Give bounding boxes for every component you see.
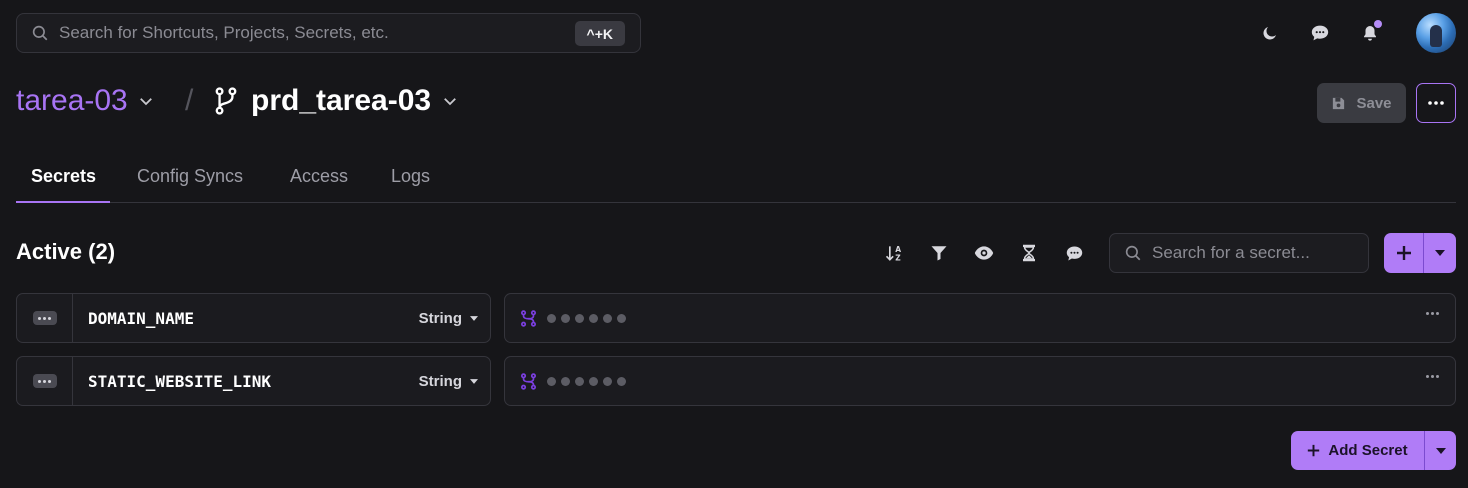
secret-value-field[interactable] [504, 293, 1456, 343]
secret-key-row: DOMAIN_NAME String [16, 293, 491, 343]
ellipsis-icon [1428, 101, 1444, 105]
dots-icon [32, 311, 57, 325]
secret-search-placeholder: Search for a secret... [1152, 243, 1310, 262]
masked-value [547, 376, 626, 386]
hourglass-icon[interactable] [1017, 241, 1041, 265]
secret-value-field[interactable] [504, 356, 1456, 406]
project-selector[interactable]: tarea-03 [16, 84, 155, 118]
masked-value [547, 313, 626, 323]
chevron-down-icon [139, 98, 152, 106]
secret-search-input[interactable]: Search for a secret... [1109, 233, 1369, 273]
add-secret-dropdown[interactable] [1424, 233, 1456, 273]
secret-type-label: String [418, 372, 462, 390]
secret-key-name[interactable]: DOMAIN_NAME [88, 309, 419, 328]
caret-down-icon [1435, 250, 1445, 256]
section-title: Active (2) [16, 239, 116, 264]
add-secret-split-button [1384, 233, 1456, 273]
project-name: tarea-03 [16, 84, 128, 117]
secret-key-row: STATIC_WEBSITE_LINK String [16, 356, 491, 406]
branch-icon [215, 87, 237, 115]
global-search[interactable]: Search for Shortcuts, Projects, Secrets,… [16, 13, 641, 53]
tab-logs[interactable]: Logs [391, 166, 430, 187]
secret-key-name[interactable]: STATIC_WEBSITE_LINK [88, 372, 419, 391]
save-label: Save [1356, 94, 1392, 112]
floppy-icon [1333, 97, 1345, 109]
row-more-icon[interactable] [1426, 375, 1439, 378]
caret-down-icon [470, 378, 478, 384]
plus-icon [1308, 444, 1320, 457]
more-options-button[interactable] [1416, 83, 1456, 123]
avatar[interactable] [1416, 13, 1456, 53]
caret-down-icon [1435, 447, 1446, 454]
reference-icon [520, 309, 537, 327]
reference-icon [520, 372, 537, 390]
row-options-handle[interactable] [17, 357, 73, 405]
secret-type-select[interactable]: String [419, 310, 478, 327]
tab-access[interactable]: Access [290, 166, 348, 187]
eye-icon[interactable] [972, 241, 996, 265]
secret-type-label: String [418, 309, 462, 327]
active-tab-indicator [16, 201, 110, 203]
chat-icon[interactable] [1308, 22, 1332, 44]
caret-down-icon [470, 315, 478, 321]
comment-icon[interactable] [1062, 241, 1086, 265]
plus-icon [1396, 246, 1411, 260]
environment-selector[interactable]: prd_tarea-03 [213, 84, 459, 118]
shortcut-badge: ^+K [574, 21, 625, 46]
svg-text:Z: Z [895, 254, 901, 263]
moon-icon[interactable] [1258, 22, 1282, 44]
search-icon [32, 25, 48, 41]
filter-icon[interactable] [927, 241, 951, 265]
notification-dot [1374, 20, 1382, 28]
add-secret-label: Add Secret [1328, 442, 1408, 459]
dots-icon [32, 374, 57, 388]
add-secret-bottom-dropdown[interactable] [1425, 431, 1456, 470]
breadcrumb-separator: / [185, 84, 194, 117]
add-secret-button[interactable]: Add Secret [1291, 431, 1425, 470]
tab-secrets[interactable]: Secrets [31, 166, 96, 187]
tab-bar: Secrets Config Syncs Access Logs [16, 160, 1456, 203]
chevron-down-icon [444, 98, 456, 106]
environment-name: prd_tarea-03 [251, 84, 432, 117]
save-button[interactable]: Save [1317, 83, 1406, 123]
tab-config-syncs[interactable]: Config Syncs [137, 166, 243, 187]
row-more-icon[interactable] [1426, 312, 1439, 315]
add-secret-quick-button[interactable] [1384, 233, 1424, 273]
row-options-handle[interactable] [17, 294, 73, 342]
global-search-placeholder: Search for Shortcuts, Projects, Secrets,… [59, 23, 389, 42]
search-icon [1125, 245, 1141, 261]
add-secret-bottom-split: Add Secret [1291, 431, 1456, 470]
sort-icon[interactable]: AZ [882, 241, 906, 265]
secret-type-select[interactable]: String [419, 373, 478, 390]
